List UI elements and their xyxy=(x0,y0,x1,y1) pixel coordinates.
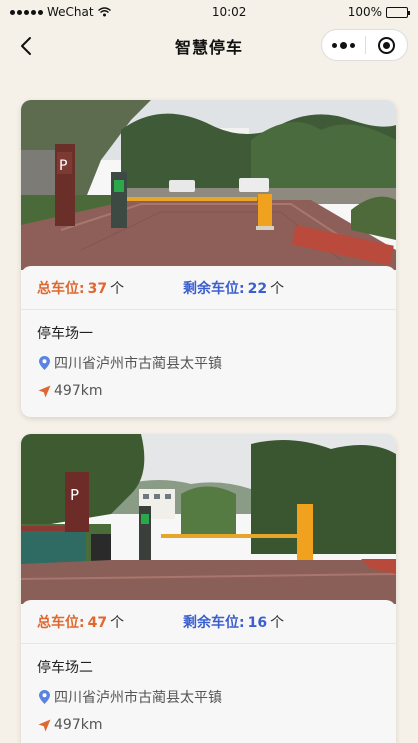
total-spaces: 总车位: 47 个 xyxy=(37,612,183,632)
wifi-icon xyxy=(97,7,111,17)
signal-icon xyxy=(10,9,43,15)
lot-address: 四川省泸州市古蔺县太平镇 xyxy=(21,343,396,373)
total-spaces: 总车位: 37 个 xyxy=(37,278,183,298)
parking-lot-card[interactable]: P 总车位: 37 个 剩余车位: 22 个 停车场一 四川省泸州市古蔺县太平镇… xyxy=(21,100,396,417)
location-pin-icon xyxy=(37,356,51,370)
lot-info-panel: 总车位: 37 个 剩余车位: 22 个 停车场一 四川省泸州市古蔺县太平镇 4… xyxy=(21,266,396,417)
carrier-name: WeChat xyxy=(47,5,94,19)
navigation-arrow-icon xyxy=(37,384,51,398)
lot-distance: 497km xyxy=(21,373,396,399)
lot-info-panel: 总车位: 47 个 剩余车位: 16 个 停车场二 四川省泸州市古蔺县太平镇 4… xyxy=(21,600,396,743)
remaining-spaces-unit: 个 xyxy=(270,614,285,631)
location-pin-icon xyxy=(37,690,51,704)
remaining-spaces-value: 16 xyxy=(247,614,268,631)
nav-bar: 智慧停车 xyxy=(0,24,418,68)
clock-time: 10:02 xyxy=(211,5,247,19)
status-right: 100% xyxy=(347,5,410,19)
lot-name: 停车场二 xyxy=(37,660,93,676)
close-mini-program-button[interactable] xyxy=(366,30,407,60)
remaining-spaces-label: 剩余车位: xyxy=(183,614,245,631)
remaining-spaces-label: 剩余车位: xyxy=(183,280,245,297)
page-title: 智慧停车 xyxy=(174,38,243,57)
remaining-spaces: 剩余车位: 22 个 xyxy=(183,278,329,298)
total-spaces-unit: 个 xyxy=(110,280,125,297)
more-dot-icon xyxy=(350,42,355,48)
lot-address-text: 四川省泸州市古蔺县太平镇 xyxy=(54,690,222,706)
parking-lot-photo: P xyxy=(21,434,396,604)
lot-stats: 总车位: 37 个 剩余车位: 22 个 xyxy=(21,266,396,310)
more-dot-icon xyxy=(340,41,347,49)
total-spaces-value: 37 xyxy=(87,280,108,297)
status-left: WeChat xyxy=(10,5,111,19)
lot-distance: 497km xyxy=(21,707,396,733)
total-spaces-value: 47 xyxy=(87,614,108,631)
status-bar: WeChat 10:02 100% xyxy=(0,0,418,24)
total-spaces-unit: 个 xyxy=(110,614,125,631)
lot-name: 停车场一 xyxy=(37,326,93,342)
remaining-spaces: 剩余车位: 16 个 xyxy=(183,612,329,632)
lot-address: 四川省泸州市古蔺县太平镇 xyxy=(21,677,396,707)
svg-text:P: P xyxy=(70,486,79,504)
parking-lot-photo: P xyxy=(21,100,396,270)
mini-program-capsule xyxy=(321,29,408,61)
total-spaces-label: 总车位: xyxy=(37,614,85,631)
back-button[interactable] xyxy=(12,32,40,60)
lot-distance-text: 497km xyxy=(54,383,103,399)
remaining-spaces-unit: 个 xyxy=(270,280,285,297)
remaining-spaces-value: 22 xyxy=(247,280,268,297)
more-options-button[interactable] xyxy=(322,30,365,60)
lot-address-text: 四川省泸州市古蔺县太平镇 xyxy=(54,356,222,372)
battery-icon xyxy=(386,6,410,18)
chevron-left-icon xyxy=(21,37,31,55)
battery-percent: 100% xyxy=(347,5,382,19)
more-dot-icon xyxy=(332,42,337,48)
svg-text:P: P xyxy=(59,158,67,174)
parking-lot-list: P 总车位: 37 个 剩余车位: 22 个 停车场一 四川省泸州市古蔺县太平镇… xyxy=(21,100,396,743)
target-icon xyxy=(378,36,395,54)
total-spaces-label: 总车位: xyxy=(37,280,85,297)
parking-lot-card[interactable]: P 总车位: 47 个 剩余车位: 16 个 停车场二 四川省泸州市古蔺县太平镇… xyxy=(21,434,396,743)
lot-distance-text: 497km xyxy=(54,717,103,733)
lot-stats: 总车位: 47 个 剩余车位: 16 个 xyxy=(21,600,396,644)
navigation-arrow-icon xyxy=(37,718,51,732)
